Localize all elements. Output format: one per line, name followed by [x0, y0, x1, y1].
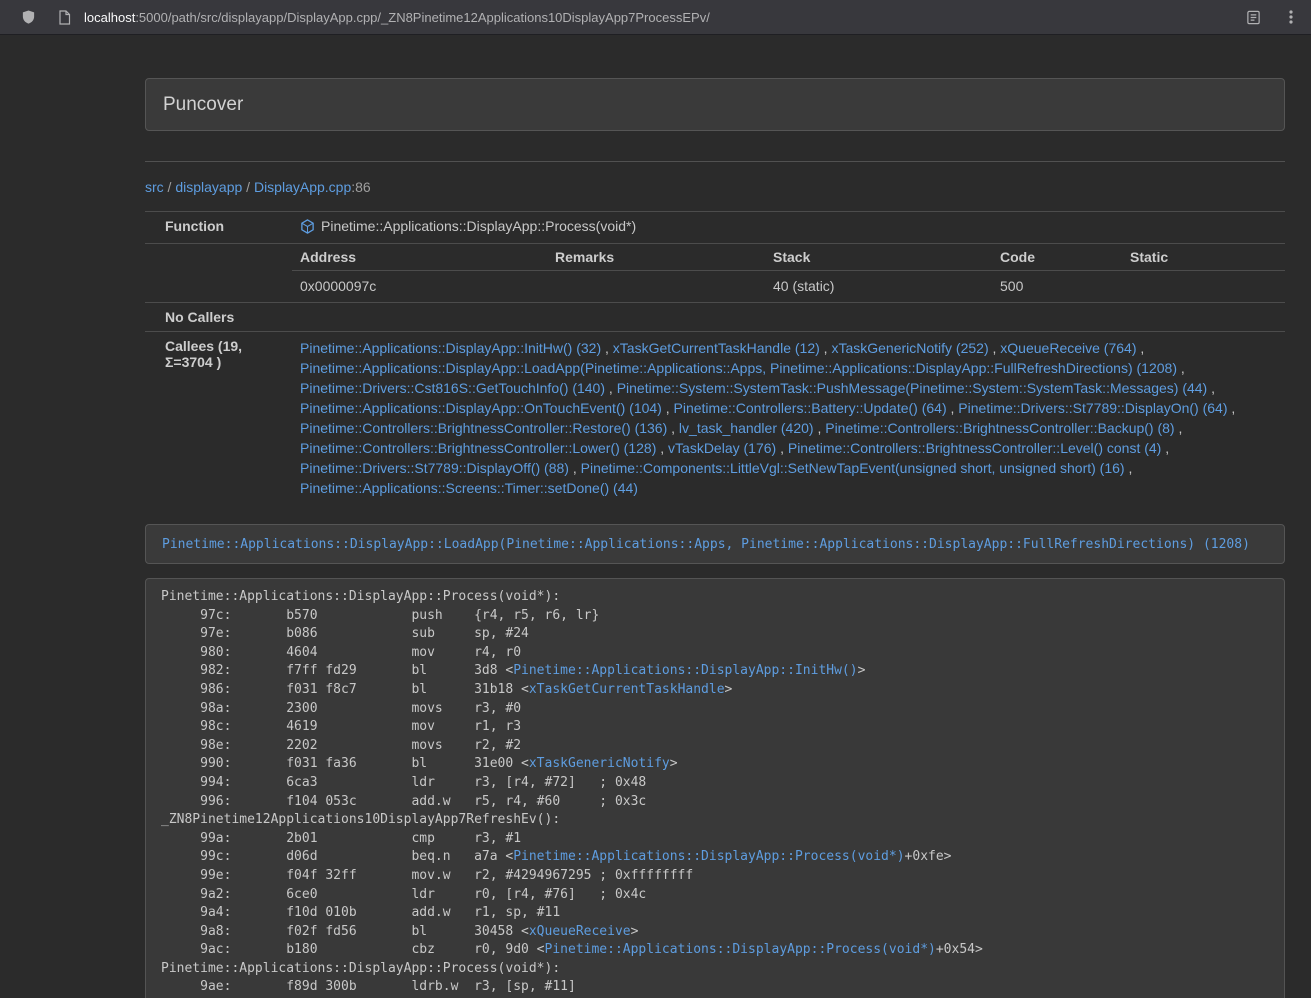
- callee-link[interactable]: Pinetime::Controllers::Battery::Update()…: [674, 400, 947, 416]
- stats-value: [547, 271, 765, 303]
- callee-link[interactable]: Pinetime::Drivers::Cst816S::GetTouchInfo…: [300, 380, 605, 396]
- page-title: Puncover: [145, 78, 1285, 131]
- callee-link[interactable]: Pinetime::Components::LittleVgl::SetNewT…: [581, 460, 1125, 476]
- stats-header: Stack: [765, 244, 992, 271]
- stats-row: AddressRemarksStackCodeStatic 0x0000097c…: [145, 244, 1285, 303]
- code-line: 986: f031 f8c7 bl 31b18 <xTaskGetCurrent…: [161, 681, 1269, 700]
- browser-toolbar: localhost:5000/path/src/displayapp/Displ…: [0, 0, 1311, 35]
- highlight-callee-link[interactable]: Pinetime::Applications::DisplayApp::Load…: [162, 537, 1250, 552]
- code-line: 9ae: f89d 300b ldrb.w r3, [sp, #11]: [161, 978, 1269, 997]
- code-symbol-link[interactable]: Pinetime::Applications::DisplayApp::Init…: [513, 663, 857, 678]
- code-line: 982: f7ff fd29 bl 3d8 <Pinetime::Applica…: [161, 662, 1269, 681]
- breadcrumb-line-number: :86: [351, 179, 370, 195]
- callee-link[interactable]: Pinetime::Controllers::BrightnessControl…: [300, 440, 656, 456]
- callee-link[interactable]: xTaskGetCurrentTaskHandle (12): [613, 340, 820, 356]
- code-symbol-link[interactable]: Pinetime::Applications::DisplayApp::Proc…: [513, 849, 904, 864]
- code-symbol-link[interactable]: xTaskGetCurrentTaskHandle: [529, 682, 725, 697]
- callee-link[interactable]: Pinetime::Controllers::BrightnessControl…: [788, 440, 1161, 456]
- stats-value-row: 0x0000097c 40 (static)500: [292, 271, 1285, 303]
- callees-row: Callees (19, Σ=3704 ) Pinetime::Applicat…: [145, 332, 1285, 505]
- url-bar[interactable]: localhost:5000/path/src/displayapp/Displ…: [84, 10, 710, 25]
- code-line: 98e: 2202 movs r2, #2: [161, 737, 1269, 756]
- breadcrumb-displayapp-link[interactable]: displayapp: [175, 179, 242, 195]
- stats-value: 40 (static): [765, 271, 992, 303]
- callees-list: Pinetime::Applications::DisplayApp::Init…: [290, 332, 1285, 505]
- callee-link[interactable]: Pinetime::Applications::Screens::Timer::…: [300, 480, 638, 496]
- code-line: 99a: 2b01 cmp r3, #1: [161, 830, 1269, 849]
- stats-value: 0x0000097c: [292, 271, 547, 303]
- callee-link[interactable]: Pinetime::Applications::DisplayApp::Load…: [300, 360, 1177, 376]
- code-line: 99c: d06d beq.n a7a <Pinetime::Applicati…: [161, 848, 1269, 867]
- function-table: Function Pinetime::Applications::Display…: [145, 211, 1285, 504]
- code-line: 9a4: f10d 010b add.w r1, sp, #11: [161, 904, 1269, 923]
- stats-header-row: AddressRemarksStackCodeStatic: [292, 244, 1285, 271]
- code-line: Pinetime::Applications::DisplayApp::Proc…: [161, 960, 1269, 979]
- reader-mode-icon[interactable]: [1241, 5, 1265, 29]
- code-line: 9ac: b180 cbz r0, 9d0 <Pinetime::Applica…: [161, 941, 1269, 960]
- code-line: Pinetime::Applications::DisplayApp::Proc…: [161, 588, 1269, 607]
- code-symbol-link[interactable]: Pinetime::Applications::DisplayApp::Proc…: [545, 942, 936, 957]
- function-name: Pinetime::Applications::DisplayApp::Proc…: [321, 218, 636, 234]
- callee-link[interactable]: Pinetime::System::SystemTask::PushMessag…: [617, 380, 1208, 396]
- callee-link[interactable]: xTaskGenericNotify (252): [831, 340, 988, 356]
- disassembly-block: Pinetime::Applications::DisplayApp::Proc…: [145, 578, 1285, 998]
- callee-link[interactable]: Pinetime::Drivers::St7789::DisplayOn() (…: [958, 400, 1227, 416]
- page-content: Puncover src / displayapp / DisplayApp.c…: [145, 78, 1285, 998]
- code-line: 97c: b570 push {r4, r5, r6, lr}: [161, 607, 1269, 626]
- callee-link[interactable]: Pinetime::Applications::DisplayApp::OnTo…: [300, 400, 662, 416]
- menu-kebab-icon[interactable]: [1279, 5, 1303, 29]
- code-line: 9a2: 6ce0 ldr r0, [r4, #76] ; 0x4c: [161, 886, 1269, 905]
- function-label: Function: [145, 212, 290, 244]
- code-line: 97e: b086 sub sp, #24: [161, 625, 1269, 644]
- code-line: 98c: 4619 mov r1, r3: [161, 718, 1269, 737]
- url-path: :5000/path/src/displayapp/DisplayApp.cpp…: [135, 10, 710, 25]
- breadcrumb-separator: /: [164, 179, 176, 195]
- callee-link[interactable]: lv_task_handler (420): [679, 420, 814, 436]
- stats-row-spacer: [145, 244, 290, 303]
- callee-link[interactable]: Pinetime::Applications::DisplayApp::Init…: [300, 340, 601, 356]
- code-line: _ZN8Pinetime12Applications10DisplayApp7R…: [161, 811, 1269, 830]
- code-line: 994: 6ca3 ldr r3, [r4, #72] ; 0x48: [161, 774, 1269, 793]
- callee-link[interactable]: Pinetime::Drivers::St7789::DisplayOff() …: [300, 460, 569, 476]
- stats-table: AddressRemarksStackCodeStatic 0x0000097c…: [292, 244, 1285, 302]
- callee-link[interactable]: Pinetime::Controllers::BrightnessControl…: [825, 420, 1174, 436]
- url-domain: localhost: [84, 10, 135, 25]
- breadcrumb-src-link[interactable]: src: [145, 179, 164, 195]
- code-line: 980: 4604 mov r4, r0: [161, 644, 1269, 663]
- stats-header: Remarks: [547, 244, 765, 271]
- stats-header: Code: [992, 244, 1122, 271]
- callees-label: Callees (19, Σ=3704 ): [145, 332, 290, 505]
- page-info-icon[interactable]: [52, 5, 76, 29]
- code-line: 9a8: f02f fd56 bl 30458 <xQueueReceive>: [161, 923, 1269, 942]
- code-symbol-link[interactable]: xQueueReceive: [529, 924, 631, 939]
- breadcrumb: src / displayapp / DisplayApp.cpp:86: [145, 177, 1285, 197]
- callee-link[interactable]: vTaskDelay (176): [668, 440, 776, 456]
- no-callers-row: No Callers: [145, 303, 1285, 332]
- breadcrumb-separator: /: [242, 179, 254, 195]
- highlight-panel: Pinetime::Applications::DisplayApp::Load…: [145, 524, 1285, 564]
- function-row: Function Pinetime::Applications::Display…: [145, 212, 1285, 244]
- stats-header: Address: [292, 244, 547, 271]
- function-symbol-icon: [300, 219, 315, 237]
- stats-value: 500: [992, 271, 1122, 303]
- breadcrumb-file-link[interactable]: DisplayApp.cpp: [254, 179, 351, 195]
- stats-header: Static: [1122, 244, 1285, 271]
- code-line: 996: f104 053c add.w r5, r4, #60 ; 0x3c: [161, 793, 1269, 812]
- callee-link[interactable]: xQueueReceive (764): [1000, 340, 1136, 356]
- stats-value: [1122, 271, 1285, 303]
- no-callers-label: No Callers: [145, 303, 290, 332]
- divider: [145, 161, 1285, 162]
- code-line: 98a: 2300 movs r3, #0: [161, 700, 1269, 719]
- code-line: 99e: f04f 32ff mov.w r2, #4294967295 ; 0…: [161, 867, 1269, 886]
- code-symbol-link[interactable]: xTaskGenericNotify: [529, 756, 670, 771]
- code-line: 990: f031 fa36 bl 31e00 <xTaskGenericNot…: [161, 755, 1269, 774]
- callee-link[interactable]: Pinetime::Controllers::BrightnessControl…: [300, 420, 667, 436]
- tracking-protection-shield-icon[interactable]: [16, 5, 40, 29]
